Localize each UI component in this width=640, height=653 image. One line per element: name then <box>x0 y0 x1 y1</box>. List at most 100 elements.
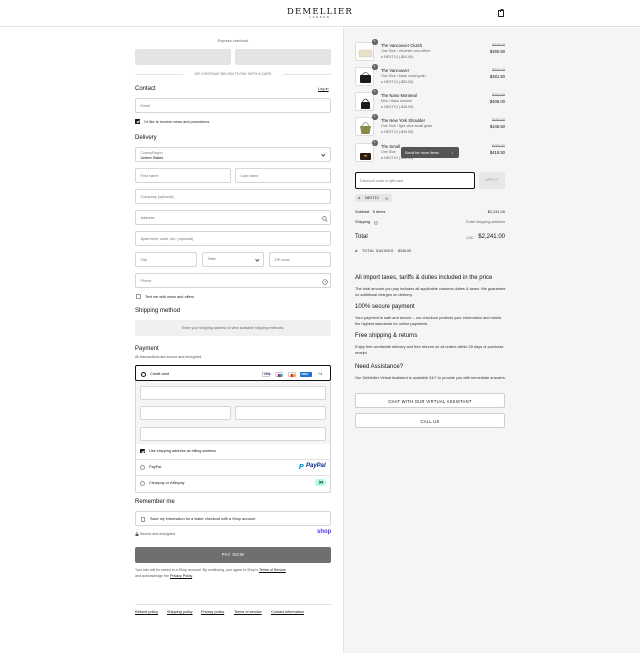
credit-card-radio[interactable] <box>140 371 146 377</box>
card-number-field[interactable] <box>140 386 326 400</box>
express-button-1[interactable] <box>135 49 231 65</box>
card-expiry-field[interactable] <box>140 406 231 420</box>
svg-text:?: ? <box>324 280 326 284</box>
text-me-checkbox[interactable] <box>136 294 141 299</box>
call-us-button[interactable]: CALL US <box>355 413 505 428</box>
item-variant: One Size / light olive small grain <box>381 124 433 128</box>
billing-same-checkbox[interactable] <box>140 448 145 454</box>
maestro-icon <box>275 372 283 378</box>
item-discount: ⌀ NEXT10 (-$45.00) <box>381 105 413 109</box>
quantity-badge: 1 <box>372 39 378 45</box>
item-discount-text: NEXT10 (-$54.50) <box>384 55 414 59</box>
apply-label: APPLY <box>485 178 499 182</box>
item-variant: Mini / black smooth <box>381 99 412 103</box>
state-placeholder: State <box>207 257 216 261</box>
item-variant: One Size / black small grain <box>381 74 426 78</box>
taxes-heading: All import taxes, tariffs & duties inclu… <box>355 275 493 281</box>
last-name-field[interactable]: Last name <box>235 168 331 183</box>
billing-same-label: Use shipping address as billing address <box>149 449 216 453</box>
applied-code-tag: ⌀ NEXT10 ✕ <box>355 194 392 202</box>
help-icon[interactable]: ? <box>374 221 378 225</box>
shipping-method-heading: Shipping method <box>135 308 181 314</box>
payment-heading: Payment <box>135 346 159 352</box>
chat-assistant-button[interactable]: CHAT WITH OUR VIRTUAL ASSISTANT <box>355 393 505 408</box>
privacy-policy-link[interactable]: Privacy policy <box>201 610 224 615</box>
item-name: The New York Shoulder <box>381 118 425 123</box>
card-name-field[interactable] <box>140 427 326 441</box>
first-name-placeholder: First name <box>140 174 159 178</box>
legal-line-2: and acknowledge the <box>135 573 169 578</box>
pay-now-button[interactable]: PAY NOW <box>135 547 331 563</box>
discount-code-input[interactable]: Discount code or gift card <box>355 172 475 189</box>
assistance-text: Our DeMellier Virtual Assistant is avail… <box>355 375 506 380</box>
payment-divider-2 <box>136 475 330 476</box>
paypal-radio[interactable] <box>140 464 145 470</box>
contact-information-link[interactable]: Contact information <box>271 610 304 615</box>
shipping-label: Shipping <box>355 219 371 224</box>
express-button-2[interactable] <box>235 49 331 65</box>
card-cvv-field[interactable] <box>235 406 326 420</box>
last-name-placeholder: Last name <box>240 174 259 178</box>
paypal-logo: PayPal <box>306 463 326 469</box>
country-label: Country/Region <box>140 150 163 155</box>
free-shipping-heading: Free shipping & returns <box>355 333 418 339</box>
contact-heading: Contact <box>135 86 156 92</box>
shopping-bag-icon[interactable] <box>498 8 505 17</box>
country-select[interactable]: Country/Region United States <box>135 147 331 162</box>
shipping-method-notice: Enter your shipping address to view avai… <box>135 320 331 336</box>
email-field[interactable]: Email <box>135 98 331 113</box>
credit-card-label: Credit card <box>150 370 170 376</box>
phone-placeholder: Phone <box>140 279 152 283</box>
total-value: $2,241.00 <box>478 234 505 240</box>
company-placeholder: Company (optional) <box>140 195 174 199</box>
privacy-link[interactable]: Privacy Policy <box>170 574 192 578</box>
product-thumbnail <box>355 92 374 111</box>
payment-subtitle: All transactions are secure and encrypte… <box>135 355 203 359</box>
quantity-badge: 1 <box>372 114 378 120</box>
item-name: The Nano Montreal <box>381 93 417 98</box>
clearpay-radio[interactable] <box>140 480 145 486</box>
first-name-field[interactable]: First name <box>135 168 231 183</box>
legal-text: Your info will be saved to a Shop accoun… <box>135 568 335 579</box>
login-link[interactable]: Log in <box>318 86 329 92</box>
news-checkbox[interactable] <box>135 119 140 124</box>
product-thumbnail <box>355 117 374 136</box>
terms-of-service-link[interactable]: Terms of service <box>234 610 262 615</box>
legal-line-1: Your info will be saved to a Shop accoun… <box>135 568 259 572</box>
state-select[interactable]: State <box>202 252 264 267</box>
paypal-label[interactable]: PayPal <box>149 464 161 470</box>
item-name: The Small <box>381 144 400 149</box>
city-field[interactable]: City <box>135 252 197 267</box>
clearpay-label[interactable]: Clearpay or Afterpay <box>149 480 184 486</box>
address-field[interactable]: Address <box>135 210 331 225</box>
total-savings-value: $249.00 <box>398 249 411 253</box>
subtotal-label: Subtotal · 5 items <box>355 209 386 214</box>
product-thumbnail <box>355 42 374 61</box>
remember-label: Save my information for a faster checkou… <box>150 517 256 522</box>
express-checkout-title: Express checkout <box>217 38 249 43</box>
zip-field[interactable]: ZIP code <box>269 252 331 267</box>
taxes-text: The total amount you pay includes all ap… <box>355 286 506 297</box>
apartment-placeholder: Apartment, suite, etc. (optional) <box>140 237 194 241</box>
email-placeholder: Email <box>140 104 151 108</box>
shop-logo: shop <box>317 529 332 535</box>
help-icon[interactable]: ? <box>322 278 328 285</box>
terms-link[interactable]: Terms of Service <box>259 568 286 572</box>
apartment-field[interactable]: Apartment, suite, etc. (optional) <box>135 231 331 246</box>
amex-icon: AMEX <box>300 372 312 377</box>
item-price: $405.00 <box>489 99 505 104</box>
remember-checkbox[interactable] <box>140 517 146 522</box>
paypal-p-icon: P <box>299 463 305 470</box>
country-value: United States <box>140 155 164 160</box>
phone-field[interactable]: Phone ? <box>135 273 331 288</box>
shipping-policy-link[interactable]: Shipping policy <box>167 610 193 615</box>
remove-code-icon[interactable]: ✕ <box>385 196 388 201</box>
search-icon <box>322 215 328 222</box>
remember-box: Save my information for a faster checkou… <box>135 511 331 526</box>
apply-button[interactable]: APPLY <box>479 172 505 189</box>
shipping-method-notice-text: Enter your shipping address to view avai… <box>181 326 285 330</box>
scroll-more-tooltip[interactable]: Scroll for more items ↓ <box>401 147 459 158</box>
item-variant: One Size / off-white croc-effect <box>381 49 431 53</box>
refund-policy-link[interactable]: Refund policy <box>135 610 158 615</box>
company-field[interactable]: Company (optional) <box>135 189 331 204</box>
